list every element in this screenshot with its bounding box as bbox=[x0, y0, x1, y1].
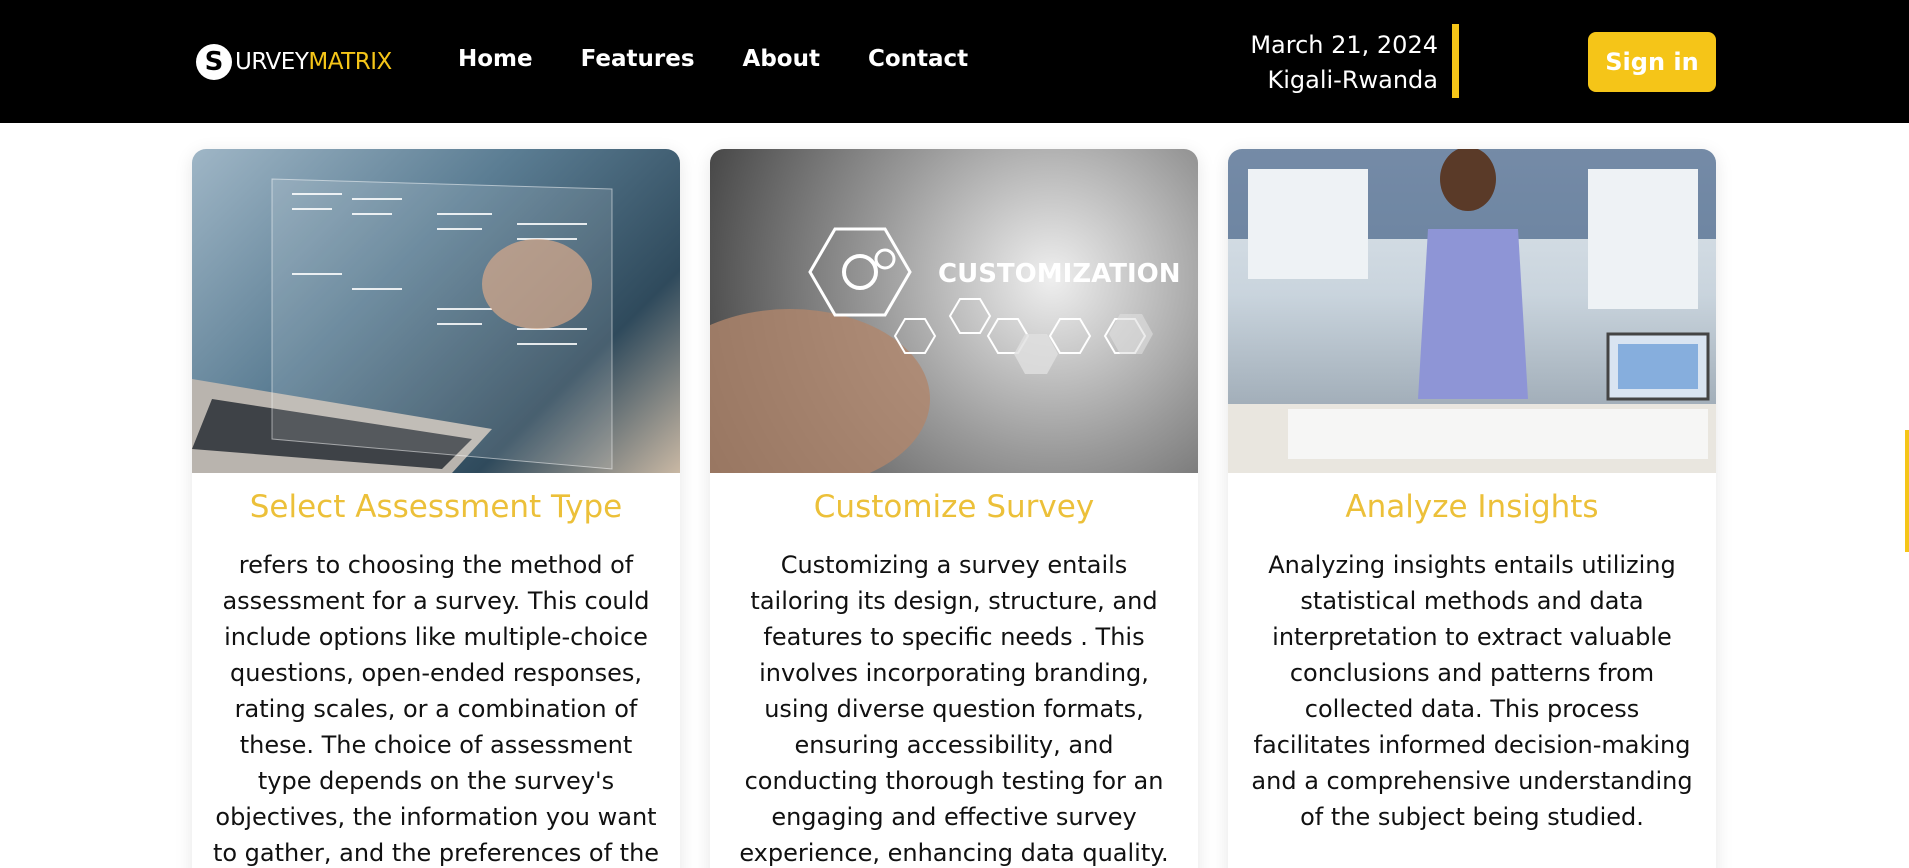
feature-card-customize: CUSTOMIZATION Customize Survey Customizi… bbox=[710, 149, 1198, 868]
feature-card-assessment: Select Assessment Type refers to choosin… bbox=[192, 149, 680, 868]
main-nav: Home Features About Contact bbox=[458, 46, 968, 72]
nav-link-about[interactable]: About bbox=[743, 46, 820, 72]
card-title: Customize Survey bbox=[813, 489, 1095, 525]
logo-wordmark: URVEYMATRIX bbox=[235, 49, 392, 75]
feature-card-analyze: Analyze Insights Analyzing insights enta… bbox=[1228, 149, 1716, 868]
card-description: Analyzing insights entails utilizing sta… bbox=[1251, 551, 1693, 831]
nav-link-home[interactable]: Home bbox=[458, 46, 533, 72]
logo-text-part1: URVEY bbox=[235, 49, 309, 75]
logo-badge-icon: S bbox=[196, 44, 232, 80]
logo-text-part2: MATRIX bbox=[308, 49, 392, 75]
current-date: March 21, 2024 bbox=[1250, 31, 1438, 59]
card-title: Select Assessment Type bbox=[249, 489, 623, 525]
card-image-assessment bbox=[192, 149, 680, 473]
laptop-checklist-illustration bbox=[192, 178, 613, 473]
card-description: Customizing a survey entails tailoring i… bbox=[739, 551, 1169, 867]
nav-link-features[interactable]: Features bbox=[581, 46, 695, 72]
card-image-customize: CUSTOMIZATION bbox=[710, 149, 1198, 473]
sign-in-button[interactable]: Sign in bbox=[1588, 32, 1716, 92]
edge-accent-bar bbox=[1905, 430, 1909, 552]
card-image-analyze bbox=[1228, 149, 1716, 473]
image-caption: CUSTOMIZATION bbox=[938, 259, 1181, 289]
card-title: Analyze Insights bbox=[1345, 489, 1599, 525]
customization-illustration: CUSTOMIZATION bbox=[710, 227, 1181, 473]
card-description: refers to choosing the method of assessm… bbox=[212, 551, 660, 867]
date-divider bbox=[1452, 24, 1459, 98]
nav-link-contact[interactable]: Contact bbox=[868, 46, 968, 72]
date-location: March 21, 2024 Kigali-Rwanda bbox=[1250, 28, 1438, 98]
logo[interactable]: S URVEYMATRIX bbox=[196, 44, 392, 80]
top-navbar: S URVEYMATRIX Home Features About Contac… bbox=[0, 0, 1909, 123]
office-analyst-illustration bbox=[1228, 149, 1716, 473]
current-location: Kigali-Rwanda bbox=[1267, 66, 1438, 94]
